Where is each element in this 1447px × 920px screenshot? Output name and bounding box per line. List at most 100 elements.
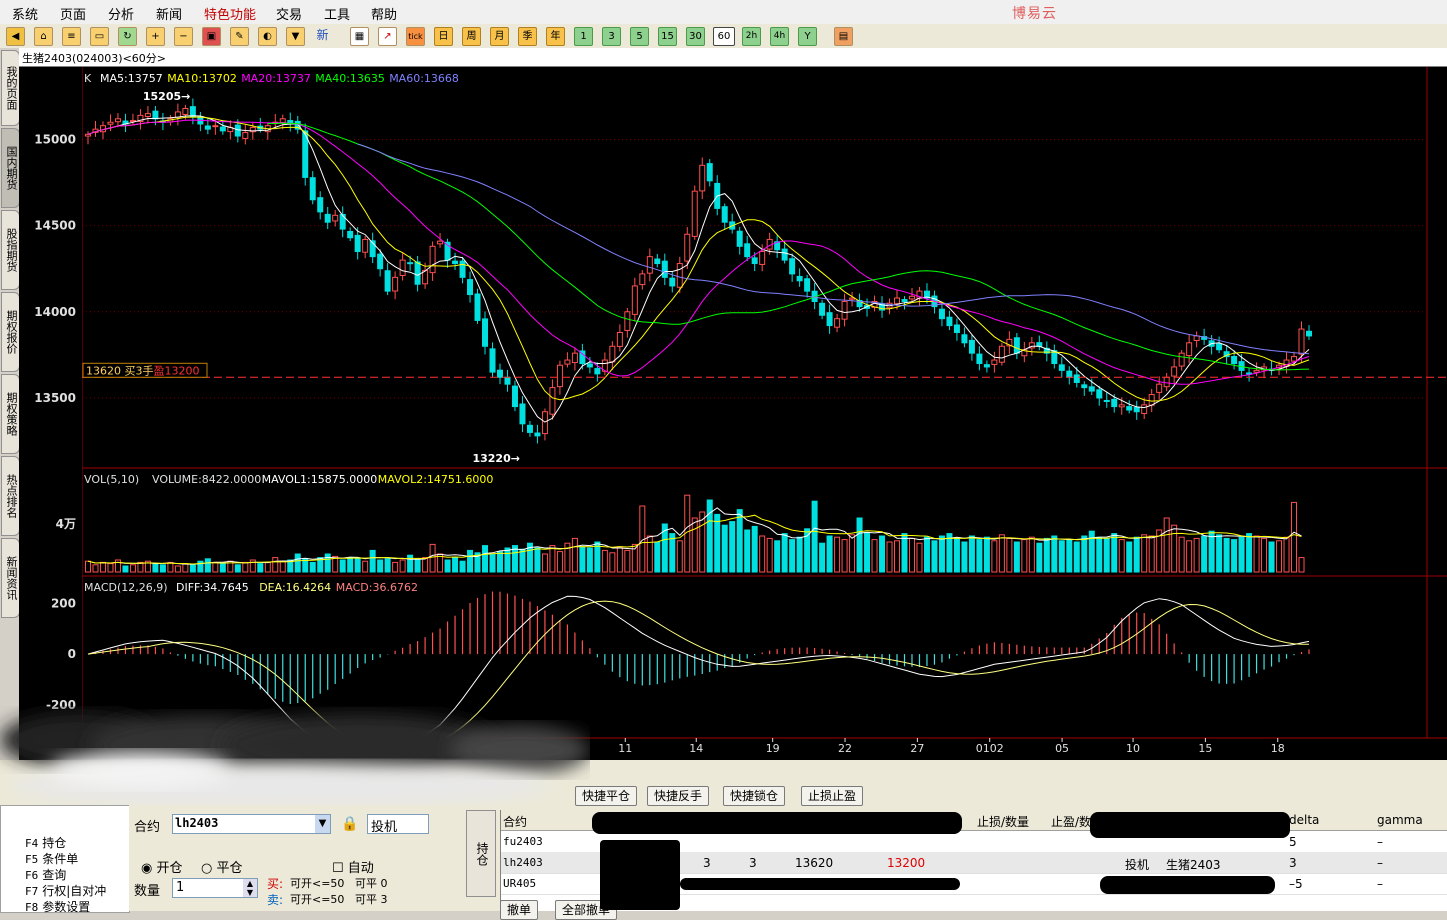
hedge-select[interactable]: 投机: [367, 814, 429, 835]
back-arrow-icon[interactable]: ◀: [6, 27, 25, 46]
candle-body: [571, 352, 578, 364]
candle-body: [961, 334, 968, 344]
column-header[interactable]: gamma: [1377, 813, 1423, 827]
redaction-mark: [1090, 812, 1290, 838]
menu-conditional-order[interactable]: F5 条件单: [25, 850, 78, 867]
period-week[interactable]: 周: [462, 27, 481, 46]
volume-bar: [1103, 537, 1110, 573]
chevron-down-icon[interactable]: ▼: [315, 815, 330, 833]
line-chart-icon[interactable]: ↗: [378, 27, 397, 46]
chart-title: K: [84, 72, 92, 85]
column-header[interactable]: 止损/数量: [977, 813, 1029, 830]
lock-icon[interactable]: 🔒: [341, 816, 358, 832]
volume-bar: [414, 559, 421, 573]
candle-body: [796, 275, 803, 282]
sidetab-news[interactable]: 新闻资讯: [1, 538, 20, 618]
chart-area[interactable]: 15000 14500 14000 13500 K MA5:13757 MA10:13702…: [19, 48, 1447, 760]
volume-bar: [99, 561, 106, 573]
period-quarter[interactable]: 季: [518, 27, 537, 46]
period-5min[interactable]: 5: [630, 27, 649, 46]
period-year[interactable]: 年: [546, 27, 565, 46]
candle-body: [519, 403, 526, 425]
menu-special-features[interactable]: 特色功能: [204, 4, 256, 23]
order-form: 合约 lh2403 ▼ 🔒 投机 ◉ 开仓 ○ 平仓 ☐ 自动 数量 1 ▲ ▼ …: [129, 805, 454, 911]
sidetab-option-strategy[interactable]: 期权策略: [1, 374, 20, 454]
menu-analysis[interactable]: 分析: [108, 4, 134, 23]
candle-body: [1171, 366, 1178, 377]
candle-body: [1186, 342, 1193, 357]
menu-help[interactable]: 帮助: [371, 4, 397, 23]
volume-bar: [1036, 542, 1043, 573]
calculator-icon[interactable]: ▤: [834, 27, 853, 46]
volume-bar: [159, 564, 166, 573]
volume-bar: [1253, 535, 1260, 573]
stepper-arrows-icon[interactable]: ▲ ▼: [243, 879, 257, 897]
period-3min[interactable]: 3: [602, 27, 621, 46]
menu-tools[interactable]: 工具: [324, 4, 350, 23]
indicator-icon[interactable]: ◐: [258, 27, 277, 46]
sidetab-option-quotes[interactable]: 期权报价: [1, 292, 20, 372]
candle-body: [691, 190, 698, 237]
cancel-order-button[interactable]: 撤单: [500, 900, 539, 920]
new-button[interactable]: 新: [314, 27, 331, 44]
draw-pen-icon[interactable]: ✎: [230, 27, 249, 46]
menu-query[interactable]: F6 查询: [25, 866, 66, 883]
volume-legend-volume: VOLUME:8422.0000: [152, 473, 261, 486]
volume-bar: [1163, 517, 1170, 573]
brand-logo-text: 博易云: [1012, 6, 1057, 22]
tab-position[interactable]: 持仓: [466, 810, 496, 897]
cell-pnl: 13200: [887, 856, 926, 870]
zoom-in-icon[interactable]: +: [146, 27, 165, 46]
menu-settings[interactable]: F8 参数设置: [25, 898, 90, 915]
period-month[interactable]: 月: [490, 27, 509, 46]
menu-news[interactable]: 新闻: [156, 4, 182, 23]
candle-body: [968, 339, 975, 354]
volume-bar: [579, 546, 586, 573]
home-icon[interactable]: ⌂: [34, 27, 53, 46]
menu-exercise-hedge[interactable]: F7 行权|自对冲: [25, 882, 106, 899]
quick-reverse-button[interactable]: 快捷反手: [647, 786, 710, 806]
sidetab-domestic-futures[interactable]: 国内期货: [1, 128, 20, 208]
sidetab-hot-ranking[interactable]: 热点排名: [1, 456, 20, 536]
close-radio[interactable]: ○ 平仓: [201, 857, 243, 876]
quote-icon[interactable]: ▭: [90, 27, 109, 46]
menu-system[interactable]: 系统: [12, 4, 38, 23]
sidetab-index-futures[interactable]: 股指期货: [1, 210, 20, 290]
column-header[interactable]: 合约: [503, 813, 527, 830]
period-1min[interactable]: 1: [574, 27, 593, 46]
period-30min[interactable]: 30: [686, 27, 705, 46]
period-2h[interactable]: 2h: [742, 27, 761, 46]
candle-body: [834, 318, 841, 328]
stop-loss-profit-button[interactable]: 止损止盈: [801, 786, 864, 806]
quick-close-button[interactable]: 快捷平仓: [575, 786, 638, 806]
menu-page[interactable]: 页面: [60, 4, 86, 23]
period-15min[interactable]: 15: [658, 27, 677, 46]
volume-bar: [736, 509, 743, 573]
period-year-y[interactable]: Y: [798, 27, 817, 46]
filter-icon[interactable]: ▼: [286, 27, 305, 46]
refresh-icon[interactable]: ↻: [118, 27, 137, 46]
period-60min[interactable]: 60: [713, 27, 735, 46]
candle-body: [526, 424, 533, 433]
menu-position[interactable]: F4 持仓: [25, 834, 66, 851]
contract-select[interactable]: lh2403 ▼: [172, 814, 331, 834]
open-radio[interactable]: ◉ 开仓: [141, 857, 183, 876]
period-4h[interactable]: 4h: [770, 27, 789, 46]
window-icon[interactable]: ▣: [202, 27, 221, 46]
tick-icon[interactable]: tick: [406, 27, 425, 46]
quick-lock-button[interactable]: 快捷锁仓: [723, 786, 786, 806]
menu-trade[interactable]: 交易: [276, 4, 302, 23]
volume-bar: [998, 534, 1005, 573]
auto-checkbox[interactable]: ☐ 自动: [332, 857, 374, 876]
list-icon[interactable]: ≡: [62, 27, 81, 46]
sidetab-my-page[interactable]: 我的页面: [1, 50, 20, 126]
macd-legend-dea: DEA:16.4264: [259, 581, 331, 594]
zoom-out-icon[interactable]: −: [174, 27, 193, 46]
period-day[interactable]: 日: [434, 27, 453, 46]
candle-body: [279, 118, 286, 124]
column-header[interactable]: delta: [1289, 813, 1319, 827]
table-icon[interactable]: ▦: [350, 27, 369, 46]
kline-chart[interactable]: 15000 14500 14000 13500 K MA5:13757 MA10:13702…: [19, 48, 1447, 760]
volume-bar: [1081, 535, 1088, 573]
qty-stepper[interactable]: 1 ▲ ▼: [172, 878, 258, 898]
